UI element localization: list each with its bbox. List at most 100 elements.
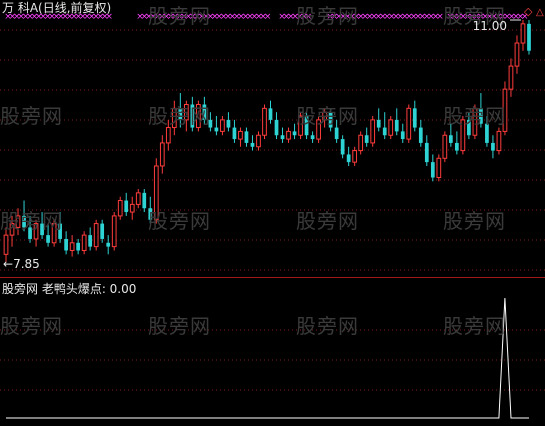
candle-body bbox=[412, 108, 417, 128]
candle-body bbox=[376, 119, 381, 128]
candle-body bbox=[370, 119, 376, 144]
watermark: 股旁网 bbox=[296, 314, 359, 338]
candle-body bbox=[280, 135, 285, 140]
candle bbox=[88, 227, 93, 251]
watermark: 股旁网 bbox=[148, 4, 211, 28]
candle bbox=[364, 127, 369, 147]
candle bbox=[388, 116, 394, 140]
low-price-label: ←7.85 bbox=[3, 257, 40, 271]
candle-body bbox=[286, 130, 291, 140]
candle bbox=[412, 100, 417, 132]
candle-body bbox=[117, 200, 123, 217]
candle bbox=[76, 238, 81, 255]
candle bbox=[244, 127, 249, 147]
candle-body bbox=[424, 142, 429, 163]
candle bbox=[220, 116, 225, 136]
candle-body bbox=[418, 127, 423, 143]
candle-body bbox=[69, 242, 75, 251]
candle bbox=[424, 135, 429, 166]
candle bbox=[100, 219, 105, 243]
candle-body bbox=[262, 107, 267, 136]
candle bbox=[111, 212, 117, 251]
candle-body bbox=[135, 192, 141, 205]
candle bbox=[406, 104, 412, 143]
candle bbox=[286, 127, 291, 143]
candle-body bbox=[250, 142, 255, 147]
watermark: 股旁网 bbox=[148, 104, 211, 128]
candle-body bbox=[310, 135, 315, 140]
candle bbox=[232, 119, 237, 143]
candle bbox=[256, 131, 261, 151]
candle-body bbox=[268, 108, 273, 120]
candle-body bbox=[129, 203, 135, 213]
candle-body bbox=[436, 157, 442, 178]
watermark: 股旁网 bbox=[0, 104, 63, 128]
candle-body bbox=[388, 119, 394, 136]
candle-body bbox=[520, 23, 526, 44]
candle bbox=[310, 131, 315, 143]
candle bbox=[81, 231, 87, 255]
candle bbox=[358, 131, 364, 155]
candle-body bbox=[244, 131, 249, 143]
candle bbox=[508, 58, 514, 97]
candle-body bbox=[93, 223, 99, 248]
candle-body bbox=[346, 154, 351, 163]
candle bbox=[124, 192, 129, 216]
candle bbox=[394, 108, 399, 136]
watermark: 股旁网 bbox=[296, 104, 359, 128]
candle-body bbox=[165, 127, 171, 144]
candle bbox=[250, 135, 255, 151]
marker-symbol: × bbox=[264, 12, 272, 22]
candle bbox=[430, 154, 435, 182]
candle bbox=[280, 127, 285, 143]
indicator-title: 股旁网 老鸭头爆点: 0.00 bbox=[2, 282, 137, 296]
watermark: 股旁网 bbox=[296, 209, 359, 233]
candle bbox=[214, 116, 219, 136]
diamond-icon: ◇ bbox=[524, 5, 533, 18]
candle bbox=[376, 108, 381, 132]
candle bbox=[370, 116, 376, 147]
candle bbox=[262, 104, 267, 140]
candle-body bbox=[352, 150, 358, 163]
candle-body bbox=[491, 142, 495, 151]
watermark: 股旁网 bbox=[148, 209, 211, 233]
candle bbox=[442, 131, 448, 163]
candle-body bbox=[220, 119, 225, 132]
candle bbox=[238, 127, 243, 147]
candle bbox=[346, 146, 351, 166]
candle-body bbox=[448, 135, 453, 143]
candle-body bbox=[334, 127, 339, 140]
candle-body bbox=[256, 134, 261, 148]
candle-body bbox=[214, 127, 219, 132]
low-price-value: 7.85 bbox=[13, 257, 40, 271]
candle-body bbox=[100, 223, 105, 239]
candle-body bbox=[124, 200, 129, 213]
chart-title: 万 科A(日线,前复权) bbox=[2, 1, 112, 15]
candle-body bbox=[514, 42, 520, 67]
candle-body bbox=[454, 142, 459, 151]
candle-body bbox=[508, 65, 514, 90]
watermark: 股旁网 bbox=[0, 209, 63, 233]
candle bbox=[135, 189, 141, 209]
candle-body bbox=[46, 235, 50, 243]
candle-body bbox=[496, 130, 502, 152]
candle bbox=[527, 20, 531, 55]
candle bbox=[106, 235, 111, 255]
candle bbox=[418, 119, 423, 147]
candle-body bbox=[364, 135, 369, 143]
candle bbox=[117, 196, 123, 220]
candle bbox=[454, 131, 459, 155]
candle-body bbox=[274, 119, 279, 136]
candle bbox=[400, 123, 405, 143]
candle bbox=[93, 219, 99, 251]
candle bbox=[340, 135, 345, 159]
candle bbox=[142, 189, 147, 213]
candle bbox=[514, 35, 520, 74]
candle-body bbox=[106, 242, 111, 247]
stock-chart-window: × × × × × × × × × × × × × × × × × × × × × × × × × × × × × × × × × × × × × × × ×… bbox=[0, 0, 545, 426]
candle bbox=[491, 135, 495, 159]
candle bbox=[436, 154, 442, 182]
watermark: 股旁网 bbox=[0, 314, 63, 338]
candle bbox=[64, 231, 68, 255]
watermark: 股旁网 bbox=[443, 104, 506, 128]
